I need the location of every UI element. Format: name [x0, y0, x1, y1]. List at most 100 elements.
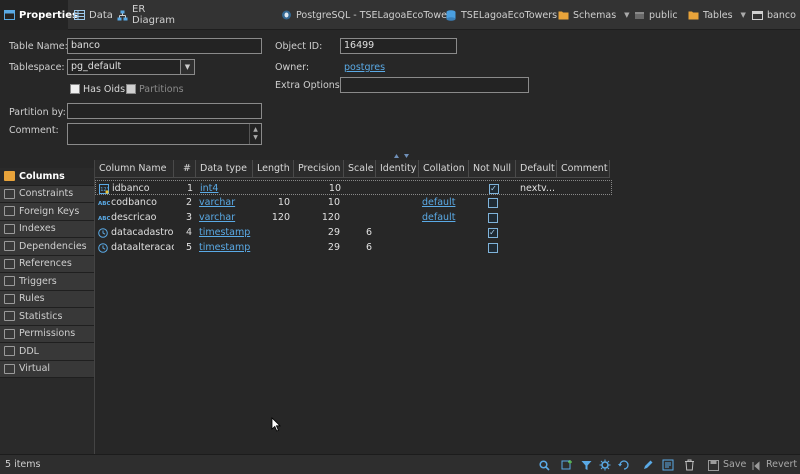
table-row[interactable]: datacadastro 4 timestamp 29 6 ✓ — [95, 225, 610, 240]
comment-spinner[interactable]: ▲ ▼ — [249, 124, 261, 144]
cell-comment[interactable] — [558, 181, 611, 196]
column-header-scale[interactable]: Scale — [344, 160, 376, 178]
cell-length[interactable] — [253, 225, 294, 240]
not-null-checkbox[interactable]: ✓ — [488, 183, 499, 194]
chevron-down-icon[interactable]: ▼ — [253, 134, 258, 142]
cell-identity[interactable] — [376, 240, 419, 255]
cell-notnull[interactable]: ✓ — [469, 225, 516, 240]
tab-er-diagram[interactable]: ER Diagram — [113, 0, 185, 30]
revert-button[interactable]: Revert — [766, 459, 797, 470]
not-null-checkbox[interactable]: ✓ — [487, 227, 498, 238]
filter-icon[interactable] — [580, 459, 592, 471]
not-null-checkbox[interactable] — [487, 242, 498, 253]
cell-name[interactable]: datacadastro — [95, 225, 174, 240]
cell-comment[interactable] — [557, 240, 610, 255]
cell-num[interactable]: 1 — [175, 181, 197, 196]
cell-collation[interactable] — [419, 240, 469, 255]
sidebar-item-constraints[interactable]: Constraints — [0, 185, 94, 203]
cell-default[interactable] — [516, 225, 557, 240]
cell-notnull[interactable] — [469, 195, 516, 210]
cell-scale[interactable] — [345, 181, 377, 196]
column-header-comment[interactable]: Comment — [557, 160, 610, 178]
cell-notnull[interactable] — [469, 210, 516, 225]
breadcrumb-schema[interactable]: public — [634, 0, 678, 30]
cell-type[interactable]: int4 — [197, 181, 254, 196]
tab-data[interactable]: Data — [70, 0, 113, 30]
sidebar-item-indexes[interactable]: Indexes — [0, 220, 94, 238]
cell-type[interactable]: timestamp — [196, 225, 253, 240]
chevron-down-icon[interactable]: ▼ — [624, 11, 629, 19]
breadcrumb-connection[interactable]: PostgreSQL - TSELagoaEcoTowers — [281, 0, 456, 30]
save-icon[interactable] — [707, 459, 719, 471]
sidebar-item-ddl[interactable]: DDL — [0, 343, 94, 361]
sidebar-item-triggers[interactable]: Triggers — [0, 273, 94, 291]
save-button[interactable]: Save — [723, 459, 746, 470]
configure-icon[interactable] — [599, 459, 611, 471]
sidebar-item-virtual[interactable]: Virtual — [0, 360, 94, 378]
cell-collation[interactable]: default — [419, 210, 469, 225]
revert-icon[interactable] — [751, 459, 763, 471]
cell-type[interactable]: timestamp — [196, 240, 253, 255]
not-null-checkbox[interactable] — [487, 197, 498, 208]
column-header-name[interactable]: Column Name — [95, 160, 174, 178]
cell-name[interactable]: 123 idbanco — [96, 181, 175, 196]
chevron-down-icon[interactable]: ▼ — [180, 60, 194, 74]
column-header-precision[interactable]: Precision — [294, 160, 344, 178]
cell-type[interactable]: varchar — [196, 195, 253, 210]
partitions-checkbox[interactable] — [126, 84, 136, 94]
breadcrumb-table[interactable]: banco — [752, 0, 796, 30]
cell-default[interactable] — [516, 210, 557, 225]
sidebar-item-rules[interactable]: Rules — [0, 290, 94, 308]
table-row[interactable]: ABC codbanco 2 varchar 10 10 default — [95, 195, 610, 210]
breadcrumb-database[interactable]: TSELagoaEcoTowers — [446, 0, 557, 30]
sidebar-item-foreign-keys[interactable]: Foreign Keys — [0, 203, 94, 221]
cell-notnull[interactable]: ✓ — [470, 181, 517, 196]
cell-comment[interactable] — [557, 195, 610, 210]
cell-scale[interactable]: 6 — [344, 240, 376, 255]
sidebar-item-references[interactable]: References — [0, 255, 94, 273]
cell-collation[interactable]: default — [419, 195, 469, 210]
cell-num[interactable]: 4 — [174, 225, 196, 240]
sidebar-item-dependencies[interactable]: Dependencies — [0, 238, 94, 256]
breadcrumb-tables[interactable]: Tables ▼ — [688, 0, 746, 30]
sidebar-item-statistics[interactable]: Statistics — [0, 308, 94, 326]
table-row[interactable]: ABC descricao 3 varchar 120 120 default — [95, 210, 610, 225]
search-icon[interactable] — [538, 459, 550, 471]
cell-identity[interactable] — [377, 181, 420, 196]
cell-collation[interactable] — [420, 181, 470, 196]
cell-name[interactable]: dataalteracao — [95, 240, 174, 255]
cell-precision[interactable]: 10 — [295, 181, 345, 196]
cell-identity[interactable] — [376, 195, 419, 210]
edit-icon[interactable] — [642, 459, 654, 471]
chevron-down-icon[interactable]: ▼ — [741, 11, 746, 19]
cell-precision[interactable]: 29 — [294, 240, 344, 255]
sidebar-item-permissions[interactable]: Permissions — [0, 325, 94, 343]
cell-precision[interactable]: 29 — [294, 225, 344, 240]
cell-comment[interactable] — [557, 210, 610, 225]
column-header-not-null[interactable]: Not Null — [469, 160, 516, 178]
cell-scale[interactable]: 6 — [344, 225, 376, 240]
delete-icon[interactable] — [683, 459, 695, 471]
cell-num[interactable]: 2 — [174, 195, 196, 210]
add-column-icon[interactable] — [561, 459, 573, 471]
column-header-collation[interactable]: Collation — [419, 160, 469, 178]
extra-options-input[interactable] — [340, 77, 529, 93]
cell-precision[interactable]: 120 — [294, 210, 344, 225]
cell-length[interactable]: 10 — [253, 195, 294, 210]
partition-by-input[interactable] — [67, 103, 262, 119]
table-row[interactable]: dataalteracao 5 timestamp 29 6 — [95, 240, 610, 255]
cell-scale[interactable] — [344, 195, 376, 210]
column-header-number[interactable]: # — [174, 160, 196, 178]
column-header-data-type[interactable]: Data type — [196, 160, 253, 178]
not-null-checkbox[interactable] — [487, 212, 498, 223]
chevron-up-icon[interactable]: ▲ — [253, 126, 258, 134]
cell-identity[interactable] — [376, 210, 419, 225]
cell-precision[interactable]: 10 — [294, 195, 344, 210]
cell-default[interactable]: nextv... — [517, 181, 558, 196]
owner-link[interactable]: postgres — [344, 62, 385, 73]
table-name-input[interactable]: banco — [67, 38, 262, 54]
tablespace-select[interactable]: pg_default ▼ — [67, 59, 195, 75]
cell-name[interactable]: ABC descricao — [95, 210, 174, 225]
cell-notnull[interactable] — [469, 240, 516, 255]
cell-name[interactable]: ABC codbanco — [95, 195, 174, 210]
